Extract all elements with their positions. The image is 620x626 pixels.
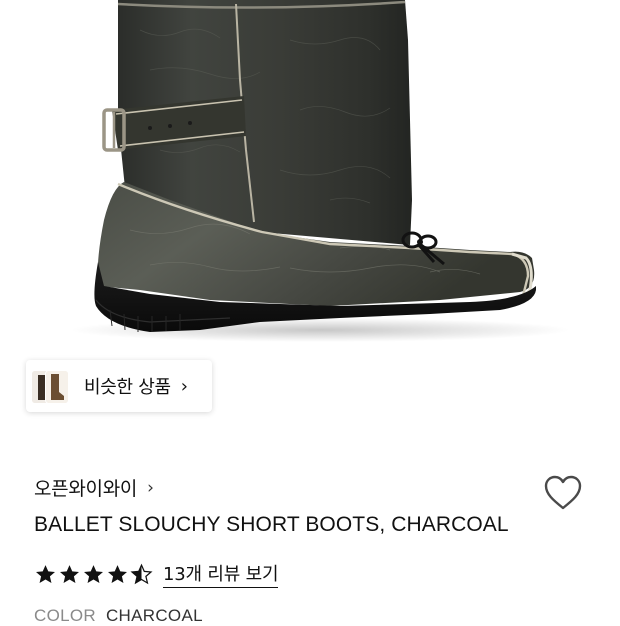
product-image[interactable] [0,0,620,352]
similar-thumbnails [30,365,76,407]
color-row: COLOR CHARCOAL [34,606,203,626]
similar-products-button[interactable]: 비슷한 상품 › [26,360,212,412]
chevron-right-icon: › [180,375,188,397]
star-full-icon [84,565,103,584]
star-full-icon [36,565,55,584]
boot-illustration [70,0,570,342]
star-half-icon [130,563,153,585]
chevron-right-icon: › [147,477,154,498]
rating-row: 13개 리뷰 보기 [34,560,279,588]
star-full-icon [108,565,127,584]
color-label: COLOR [34,606,96,625]
brand-name: 오픈와이와이 [34,478,138,500]
wishlist-button[interactable] [543,474,583,512]
heart-outline-icon [544,475,582,510]
review-link[interactable]: 13개 리뷰 보기 [163,560,279,588]
similar-thumbnail [46,371,68,403]
star-full-icon [60,565,79,584]
brand-link[interactable]: 오픈와이와이 › [34,474,154,501]
star-rating [34,563,153,585]
similar-products-label: 비슷한 상품 [84,377,171,398]
product-title: BALLET SLOUCHY SHORT BOOTS, CHARCOAL [34,513,509,536]
color-value: CHARCOAL [105,606,203,625]
